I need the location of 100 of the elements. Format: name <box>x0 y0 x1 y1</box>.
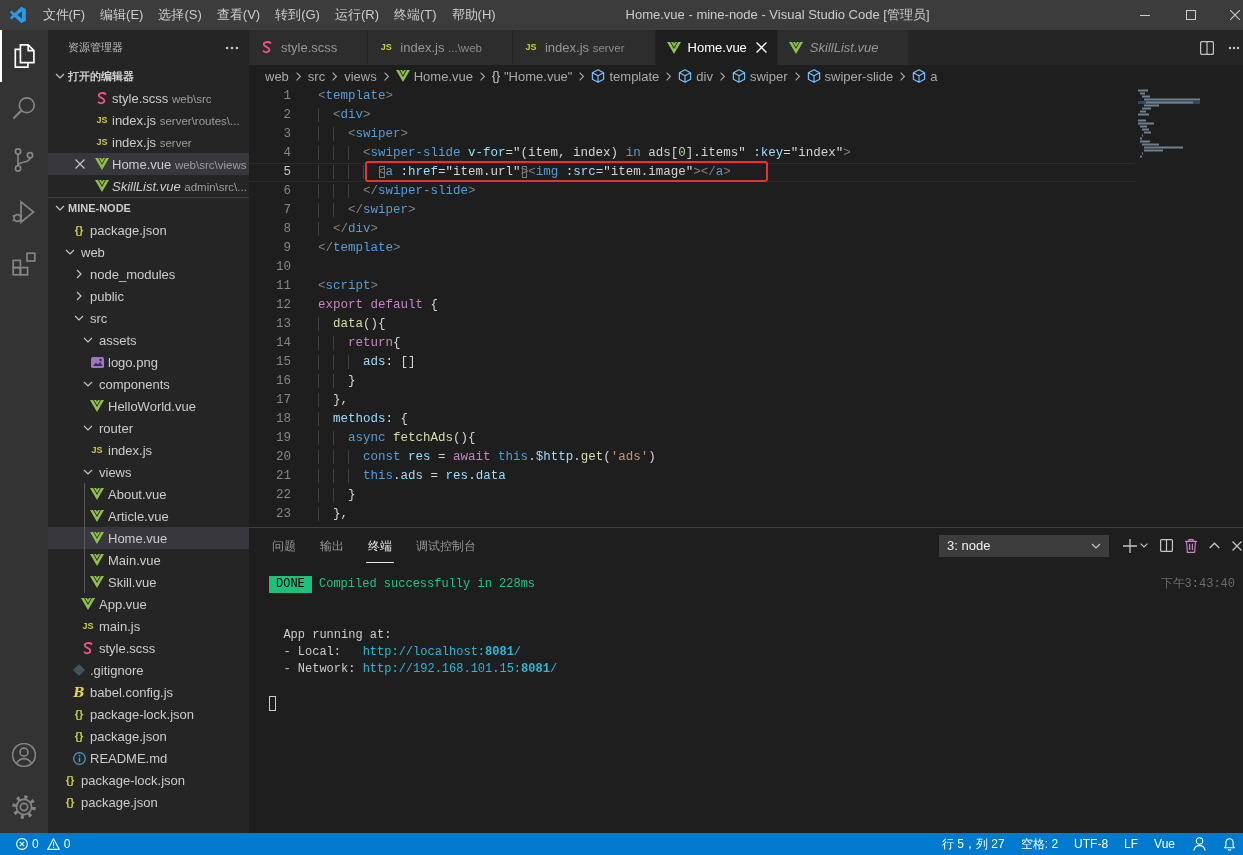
extensions-icon[interactable] <box>12 252 36 276</box>
terminal-link[interactable]: http://localhost:8081/ <box>362 644 522 661</box>
file-item[interactable]: Main.vue <box>48 549 249 571</box>
editor-tab[interactable]: JS index.js server <box>512 30 656 65</box>
file-item[interactable]: logo.png <box>48 351 249 373</box>
menu-item[interactable]: 编辑(E) <box>92 0 151 30</box>
scss-file-icon <box>97 91 107 105</box>
vue-file-icon <box>95 180 109 192</box>
branch-icon[interactable] <box>12 148 36 172</box>
open-editor-item[interactable]: JS index.js server\routes\... <box>48 109 249 131</box>
line-number: 1 <box>282 88 291 105</box>
breadcrumb-item[interactable]: swiper <box>731 68 788 84</box>
editor-tab[interactable]: Home.vue <box>655 30 778 65</box>
close-icon[interactable] <box>1232 540 1242 551</box>
editor-tab[interactable]: JS index.js ...\web <box>368 30 513 65</box>
panel-tab[interactable]: 调试控制台 <box>414 528 478 563</box>
status-bar-item[interactable]: UTF-8 <box>1066 837 1117 851</box>
panel-tab[interactable]: 终端 <box>366 528 394 563</box>
file-item[interactable]: {} package-lock.json <box>48 769 249 791</box>
open-editor-item[interactable]: Home.vue web\src\views <box>48 153 249 175</box>
file-item[interactable]: style.scss <box>48 637 249 659</box>
section-header[interactable]: 打开的编辑器 <box>48 65 249 87</box>
menu-item[interactable]: 终端(T) <box>386 0 445 30</box>
more-icon[interactable] <box>1228 45 1240 50</box>
bell-icon[interactable] <box>1224 837 1235 851</box>
menu-item[interactable]: 查看(V) <box>209 0 268 30</box>
file-item[interactable]: {} package.json <box>48 725 249 747</box>
terminal-text: App running at: <box>282 627 392 644</box>
code-line: } <box>318 372 356 391</box>
split-editor-icon[interactable] <box>1200 40 1214 55</box>
account-icon[interactable] <box>12 743 36 767</box>
section-header[interactable]: MINE-NODE <box>48 197 249 219</box>
breadcrumb-item[interactable]: swiper-slide <box>806 68 894 84</box>
file-item[interactable]: Skill.vue <box>48 571 249 593</box>
status-bar-item[interactable]: LF <box>1116 837 1147 851</box>
file-item[interactable]: JS index.js <box>48 439 249 461</box>
breadcrumb-item[interactable]: src <box>307 68 326 84</box>
file-item[interactable]: Article.vue <box>48 505 249 527</box>
status-bar-item[interactable]: 行 5，列 27 <box>934 835 1013 853</box>
status-bar-item[interactable]: 空格: 2 <box>1012 835 1067 853</box>
menu-item[interactable]: 帮助(H) <box>444 0 504 30</box>
terminal-link[interactable]: http://192.168.101.15:8081/ <box>362 661 558 678</box>
maximize-icon[interactable] <box>1186 10 1196 20</box>
open-editor-item[interactable]: SkillList.vue admin\src\... <box>48 175 249 197</box>
open-editor-item[interactable]: JS index.js server <box>48 131 249 153</box>
search-icon[interactable] <box>12 96 36 120</box>
breadcrumb-item[interactable]: a <box>912 68 938 84</box>
folder-item[interactable]: public <box>48 285 249 307</box>
close-icon[interactable] <box>75 159 85 169</box>
settings-icon[interactable] <box>12 795 36 819</box>
breadcrumb-item[interactable]: Home.vue <box>395 68 473 84</box>
file-item[interactable]: App.vue <box>48 593 249 615</box>
problems-button[interactable]: 0 0 <box>10 833 81 855</box>
status-bar-item[interactable]: Vue <box>1146 837 1183 851</box>
breadcrumb-item[interactable]: template <box>591 68 660 84</box>
file-item[interactable]: About.vue <box>48 483 249 505</box>
close-icon[interactable] <box>1230 10 1240 20</box>
caret-icon[interactable] <box>1140 543 1148 548</box>
folder-item[interactable]: router <box>48 417 249 439</box>
file-item[interactable]: README.md <box>48 747 249 769</box>
person-icon[interactable] <box>1193 837 1206 851</box>
chevron-up-icon[interactable] <box>1209 542 1220 549</box>
plus-icon[interactable] <box>1123 538 1137 553</box>
line-number: 11 <box>275 278 291 295</box>
file-item[interactable]: {} package.json <box>48 791 249 813</box>
run-debug-icon[interactable] <box>12 200 36 224</box>
menu-item[interactable]: 运行(R) <box>327 0 387 30</box>
folder-item[interactable]: assets <box>48 329 249 351</box>
menu-item[interactable]: 选择(S) <box>150 0 210 30</box>
folder-item[interactable]: components <box>48 373 249 395</box>
line-number: 12 <box>275 297 291 314</box>
folder-item[interactable]: web <box>48 241 249 263</box>
file-item[interactable]: Home.vue <box>48 527 249 549</box>
file-item[interactable]: HelloWorld.vue <box>48 395 249 417</box>
panel-tab[interactable]: 输出 <box>318 528 346 563</box>
terminal-select[interactable]: 3: node <box>939 534 1109 557</box>
more-icon[interactable] <box>225 45 239 50</box>
files-icon[interactable] <box>12 44 36 68</box>
panel-tab[interactable]: 问题 <box>270 528 298 563</box>
minimize-icon[interactable] <box>1140 14 1150 16</box>
editor-tab[interactable]: SkillList.vue <box>777 30 910 65</box>
file-item[interactable]: {} package-lock.json <box>48 703 249 725</box>
folder-item[interactable]: node_modules <box>48 263 249 285</box>
trash-icon[interactable] <box>1185 538 1197 553</box>
breadcrumb-item[interactable]: web <box>265 68 289 84</box>
breadcrumb-item[interactable]: views <box>344 68 377 84</box>
menu-item[interactable]: 文件(F) <box>35 0 93 30</box>
editor-tab[interactable]: style.scss <box>249 30 369 65</box>
breadcrumb-item[interactable]: {} "Home.vue" <box>491 68 573 84</box>
open-editor-item[interactable]: style.scss web\src <box>48 87 249 109</box>
file-item[interactable]: JS main.js <box>48 615 249 637</box>
file-item[interactable]: .gitignore <box>48 659 249 681</box>
file-item[interactable]: {} package.json <box>48 219 249 241</box>
folder-item[interactable]: src <box>48 307 249 329</box>
js-file-icon: JS <box>96 137 108 147</box>
split-panel-icon[interactable] <box>1160 539 1173 552</box>
file-item[interactable]: B babel.config.js <box>48 681 249 703</box>
folder-item[interactable]: views <box>48 461 249 483</box>
menu-item[interactable]: 转到(G) <box>267 0 328 30</box>
breadcrumb-item[interactable]: div <box>678 68 713 84</box>
